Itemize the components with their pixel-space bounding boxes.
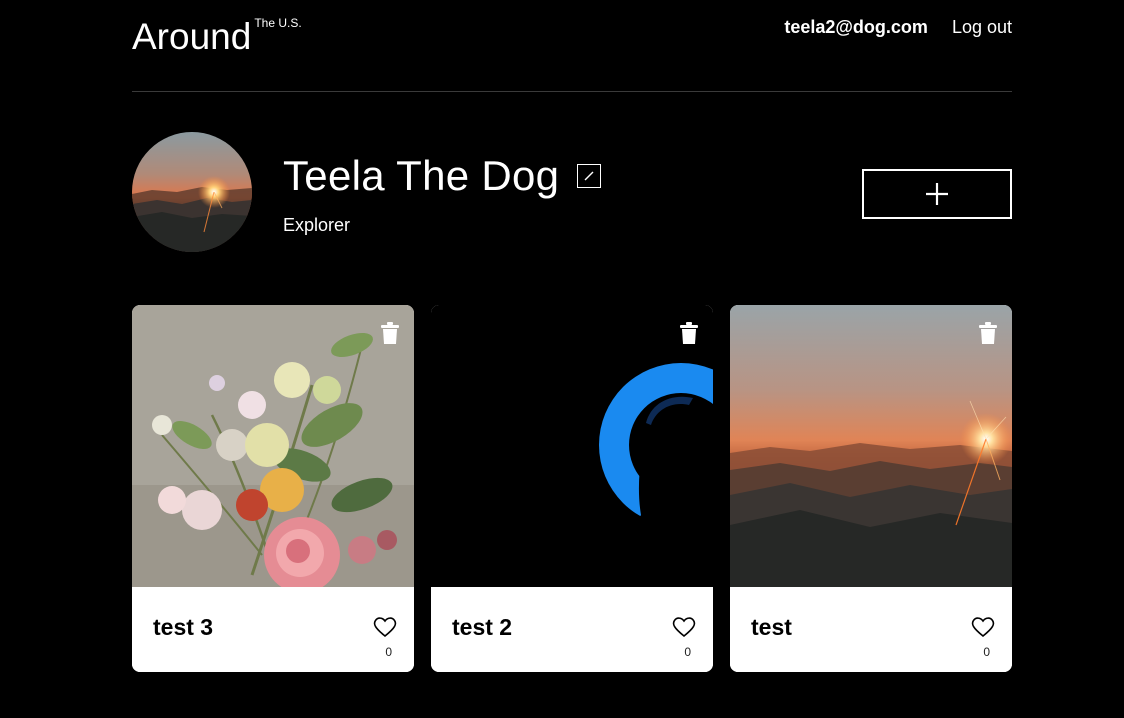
card-title: test — [751, 614, 792, 640]
add-card-button[interactable] — [862, 169, 1012, 219]
avatar[interactable] — [132, 132, 252, 252]
card: test 3 0 — [132, 305, 414, 672]
card: test 2 0 — [431, 305, 713, 672]
like-count: 0 — [684, 645, 691, 659]
header-nav: teela2@dog.com Log out — [784, 17, 1012, 38]
heart-icon[interactable] — [373, 616, 397, 638]
card-footer: test 3 0 — [132, 587, 414, 672]
logo-text: Around — [132, 16, 252, 57]
card-image[interactable] — [132, 305, 414, 587]
profile-role: Explorer — [283, 215, 351, 235]
trash-icon[interactable] — [679, 322, 699, 344]
trash-icon[interactable] — [978, 322, 998, 344]
pencil-icon — [584, 171, 594, 181]
trash-icon[interactable] — [380, 322, 400, 344]
heart-icon[interactable] — [971, 616, 995, 638]
logo: Around The U.S. — [132, 16, 302, 58]
name-row: Teela The Dog — [283, 152, 602, 200]
profile-name: Teela The Dog — [283, 152, 560, 199]
like-count: 0 — [385, 645, 392, 659]
card: test 0 — [730, 305, 1012, 672]
card-title: test 3 — [153, 614, 214, 640]
plus-icon — [926, 183, 948, 205]
card-image[interactable] — [431, 305, 713, 587]
heart-icon[interactable] — [672, 616, 696, 638]
cards-grid: test 3 0 test 2 0 test 0 — [132, 305, 1012, 672]
card-footer: test 2 0 — [431, 587, 713, 672]
profile-section: Teela The Dog Explorer — [132, 132, 1012, 252]
like-count: 0 — [983, 645, 990, 659]
card-title: test 2 — [452, 614, 513, 640]
edit-profile-button[interactable] — [577, 164, 602, 188]
logout-link[interactable]: Log out — [952, 17, 1012, 38]
user-email: teela2@dog.com — [784, 17, 928, 37]
card-footer: test 0 — [730, 587, 1012, 672]
site-header: Around The U.S. teela2@dog.com Log out — [132, 0, 1012, 92]
logo-superscript: The U.S. — [254, 16, 302, 30]
card-image[interactable] — [730, 305, 1012, 587]
